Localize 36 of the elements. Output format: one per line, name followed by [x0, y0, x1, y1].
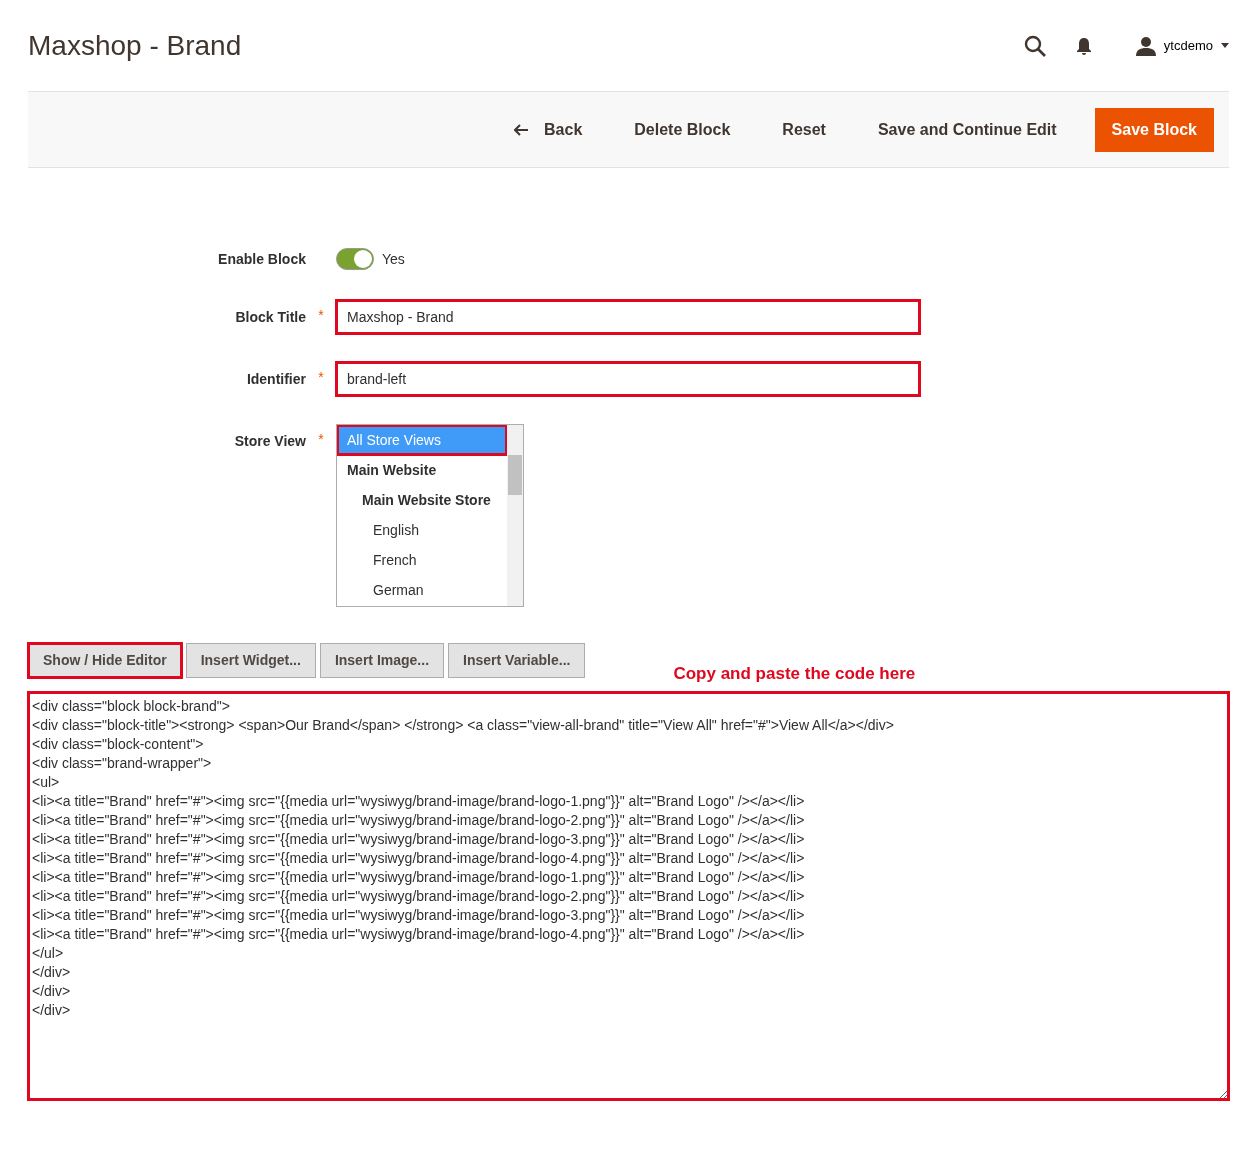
user-menu[interactable]: ytcdemo — [1135, 35, 1229, 56]
store-option[interactable]: Main Website — [337, 455, 507, 485]
store-option[interactable]: English — [337, 515, 507, 545]
field-label: Enable Block — [217, 249, 306, 269]
store-option[interactable]: German — [337, 575, 507, 605]
field-label: Block Title — [234, 308, 306, 327]
editor-button[interactable]: Show / Hide Editor — [28, 643, 182, 678]
search-icon[interactable] — [1023, 34, 1046, 57]
store-option[interactable]: French — [337, 545, 507, 575]
editor-button[interactable]: Insert Image... — [319, 643, 445, 678]
store-option[interactable]: Main Website Store — [337, 485, 507, 515]
arrow-left-icon — [514, 123, 529, 136]
scrollbar[interactable] — [507, 425, 523, 606]
toggle-switch[interactable] — [336, 248, 374, 270]
store-view-list[interactable]: All Store Views Main Website Main Website Store English French German — [336, 424, 524, 607]
action-button[interactable]: Save and Continue Edit — [863, 109, 1071, 150]
page-title: Maxshop - Brand — [28, 28, 242, 63]
title-field[interactable]: Maxshop - Brand — [336, 300, 920, 334]
editor-button[interactable]: Insert Variable... — [448, 643, 586, 678]
back-button[interactable]: Back — [500, 109, 597, 150]
action-button[interactable]: Delete Block — [620, 109, 745, 150]
action-button[interactable]: Reset — [768, 109, 840, 150]
bell-icon[interactable] — [1075, 36, 1092, 55]
required-asterisk: * — [318, 369, 324, 385]
required-asterisk: * — [318, 431, 324, 447]
identifier-field[interactable]: brand-left — [336, 362, 920, 396]
user-icon[interactable] — [1135, 35, 1156, 56]
toggle-value: Yes — [382, 249, 405, 269]
annotation-text: Copy and paste the code here — [673, 662, 916, 685]
editor-button[interactable]: Insert Widget... — [185, 643, 316, 678]
field-label: Store View — [233, 432, 306, 451]
required-asterisk: * — [318, 307, 324, 323]
save-button[interactable]: Save Block — [1094, 107, 1214, 152]
field-label: Identifier — [245, 370, 306, 389]
caret-icon — [1221, 43, 1229, 48]
code-editor[interactable]: <div class="block block-brand"> <div class="block-title"><strong> <span>Our Brand</span> </strong> <a class="view-all-brand" title="View All" href="#">View All</a></div> <div class="block-content"> <div class="brand-wrapper"> <ul> <li><a title="Brand" href="#"><img src="{{media url="wysiwyg/brand-image/brand-logo-1.png"}}" alt="Brand Logo" /></a></li> <li><a title="Brand" href="#"><img src="{{media url="wysiwyg/brand-image/brand-logo-2.png"}}" alt="Brand Logo" /></a></li> <li><a title="Brand" href="#"><img src="{{media url="wysiwyg/brand-image/brand-logo-3.png"}}" alt="Brand Logo" /></a></li> <li><a title="Brand" href="#"><img src="{{media url="wysiwyg/brand-image/brand-logo-4.png"}}" alt="Brand Logo" /></a></li> <li><a title="Brand" href="#"><img src="{{media url="wysiwyg/brand-image/brand-logo-1.png"}}" alt="Brand Logo" /></a></li> <li><a title="Brand" href="#"><img src="{{media url="wysiwyg/brand-image/brand-logo-2.png"}}" alt="Brand Logo" /></a></li> <li><a title="Brand" href="#"><img src="{{media url="wysiwyg/brand-image/brand-logo-3.png"}}" alt="Brand Logo" /></a></li> <li><a title="Brand" href="#"><img src="{{media url="wysiwyg/brand-image/brand-logo-4.png"}}" alt="Brand Logo" /></a></li> </ul> </div> </div> </div> — [28, 692, 1229, 1100]
